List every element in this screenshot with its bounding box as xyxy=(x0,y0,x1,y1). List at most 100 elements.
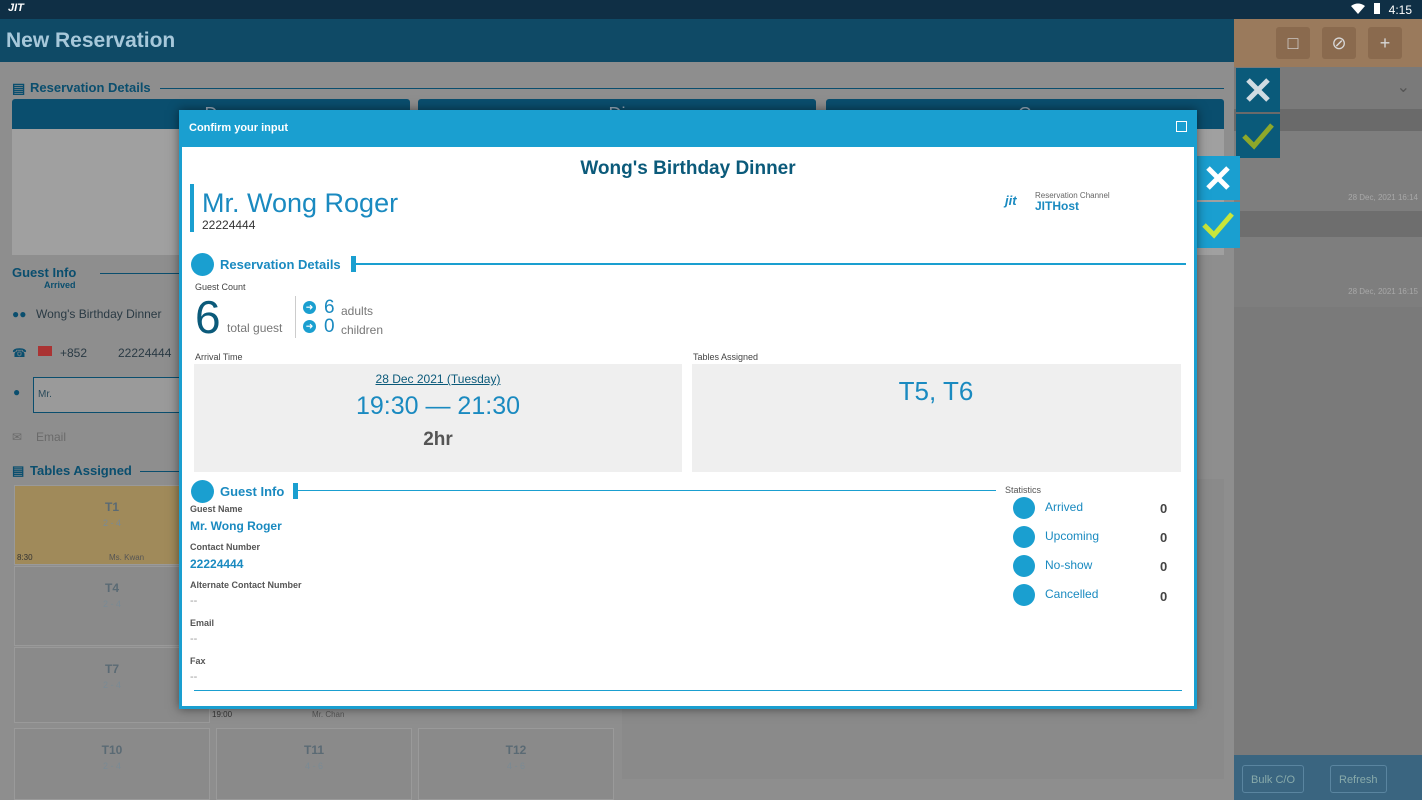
bg-row-header xyxy=(1234,211,1422,237)
page-title: New Reservation xyxy=(6,29,176,52)
stat-value: 0 xyxy=(1160,559,1168,574)
mail-icon: ✉ xyxy=(12,430,23,444)
children-label: children xyxy=(341,323,384,337)
expand-icon[interactable] xyxy=(1176,121,1187,132)
title-field[interactable]: Mr. xyxy=(33,377,181,413)
timestamp: 28 Dec, 2021 16:15 xyxy=(1348,287,1418,296)
check-icon xyxy=(1242,123,1274,150)
arrival-date: 28 Dec 2021 (Tuesday) xyxy=(375,372,501,386)
close-button[interactable] xyxy=(1236,68,1280,112)
modal-close-button[interactable] xyxy=(1196,156,1240,200)
stat-value: 0 xyxy=(1160,530,1168,545)
confirm-button[interactable] xyxy=(1236,114,1280,158)
divider xyxy=(100,273,180,274)
event-title: Wong's Birthday Dinner xyxy=(580,158,796,179)
guest-name-value: Mr. Wong Roger xyxy=(190,519,282,533)
section-title: Reservation Details xyxy=(220,257,341,272)
divider xyxy=(298,490,996,491)
confirm-modal: Confirm your input Wong's Birthday Dinne… xyxy=(179,110,1197,709)
arrival-time: 19:30 — 21:30 xyxy=(355,392,520,420)
phone-icon: ☎ xyxy=(12,346,27,360)
total-guest-count: 6 xyxy=(195,291,221,343)
table-tile[interactable]: T10 2 - 4 xyxy=(14,728,210,800)
clock-icon xyxy=(1013,526,1035,548)
status-badge: Arrived xyxy=(44,280,76,290)
divider-tick xyxy=(293,483,298,499)
duration: 2hr xyxy=(423,429,453,450)
section-title: Guest Info xyxy=(220,484,285,499)
accent-bar xyxy=(190,184,194,232)
contact-number-label: Contact Number xyxy=(190,542,261,552)
adults-label: adults xyxy=(341,304,374,318)
jit-logo-icon: jit xyxy=(1005,193,1017,208)
tables-assigned-label: Tables Assigned xyxy=(693,352,759,362)
chevron-down-icon: ⌄ xyxy=(1396,79,1410,96)
section-title: Reservation Details xyxy=(30,80,151,95)
close-icon xyxy=(1246,78,1270,102)
statistics-label: Statistics xyxy=(1005,485,1042,495)
bulk-checkout-button[interactable]: Bulk C/O xyxy=(1242,765,1305,793)
country-code[interactable]: +852 xyxy=(60,346,87,360)
person-icon: ● xyxy=(13,385,21,399)
table-tile[interactable]: T11 4 - 6 xyxy=(216,728,412,800)
arrival-time-label: Arrival Time xyxy=(195,352,243,362)
tables-assigned: T5, T6 xyxy=(898,376,974,406)
divider xyxy=(295,296,296,338)
divider xyxy=(160,88,1224,89)
children-count: 0 xyxy=(324,316,335,337)
booking-guest: Mr. Chan xyxy=(312,710,345,719)
no-show-icon xyxy=(1013,555,1035,577)
email-value: -- xyxy=(190,633,198,645)
modal-header: Confirm your input xyxy=(179,110,1197,147)
email-label: Email xyxy=(190,618,215,628)
bg-footer: Bulk C/O Refresh xyxy=(1234,755,1422,800)
battery-icon xyxy=(1373,2,1381,18)
close-icon xyxy=(1206,166,1230,190)
total-guest-label: total guest xyxy=(227,321,283,335)
channel-value: JITHost xyxy=(1035,199,1080,213)
guest-info-label: Guest Info xyxy=(12,265,77,280)
flag-icon xyxy=(38,346,52,356)
stat-name: Upcoming xyxy=(1045,529,1100,543)
guest-phone: 22224444 xyxy=(202,218,256,232)
stat-name: No-show xyxy=(1045,558,1093,572)
booking-time: 19:00 xyxy=(212,710,233,719)
event-name: Wong's Birthday Dinner xyxy=(36,307,162,321)
arrow-right-icon: ➜ xyxy=(303,320,316,333)
contact-number-value: 22224444 xyxy=(190,557,244,571)
stat-name: Cancelled xyxy=(1045,587,1099,601)
modal-confirm-button[interactable] xyxy=(1196,202,1240,248)
guest-name-label: Guest Name xyxy=(190,504,243,514)
app-logo: JIT xyxy=(8,2,24,14)
calendar-icon: ▤ xyxy=(12,80,26,96)
status-bar: JIT 4:15 xyxy=(0,0,1422,19)
reservation-icon xyxy=(191,253,214,276)
arrived-icon xyxy=(1013,497,1035,519)
add-icon[interactable]: + xyxy=(1368,27,1402,59)
divider xyxy=(194,690,1182,691)
alt-contact-label: Alternate Contact Number xyxy=(190,580,302,590)
clock: 4:15 xyxy=(1388,3,1412,17)
document-icon[interactable]: □ xyxy=(1276,27,1310,59)
stat-value: 0 xyxy=(1160,589,1168,604)
check-icon xyxy=(1202,212,1234,239)
dialog-header: New Reservation xyxy=(0,19,1234,62)
alt-contact-value: -- xyxy=(190,595,198,607)
block-icon[interactable]: ⊘ xyxy=(1322,27,1356,59)
phone-field[interactable]: 22224444 xyxy=(118,346,171,360)
fax-label: Fax xyxy=(190,656,206,666)
table-tile[interactable]: T12 4 - 6 xyxy=(418,728,614,800)
fax-value: -- xyxy=(190,671,198,683)
arrival-time-box: 28 Dec 2021 (Tuesday) 19:30 — 21:30 2hr xyxy=(194,364,682,472)
cancelled-icon xyxy=(1013,584,1035,606)
divider xyxy=(356,263,1186,265)
refresh-button[interactable]: Refresh xyxy=(1330,765,1387,793)
tables-icon: ▤ xyxy=(12,463,25,478)
guest-name: Mr. Wong Roger xyxy=(202,188,399,218)
email-input[interactable]: Email xyxy=(36,430,66,444)
bg-list-item[interactable]: 28 Dec, 2021 16:15 xyxy=(1234,237,1422,307)
modal-title: Confirm your input xyxy=(189,122,288,134)
tables-label: Tables Assigned xyxy=(30,463,132,478)
arrow-right-icon: ➜ xyxy=(303,301,316,314)
wifi-icon xyxy=(1350,3,1365,18)
